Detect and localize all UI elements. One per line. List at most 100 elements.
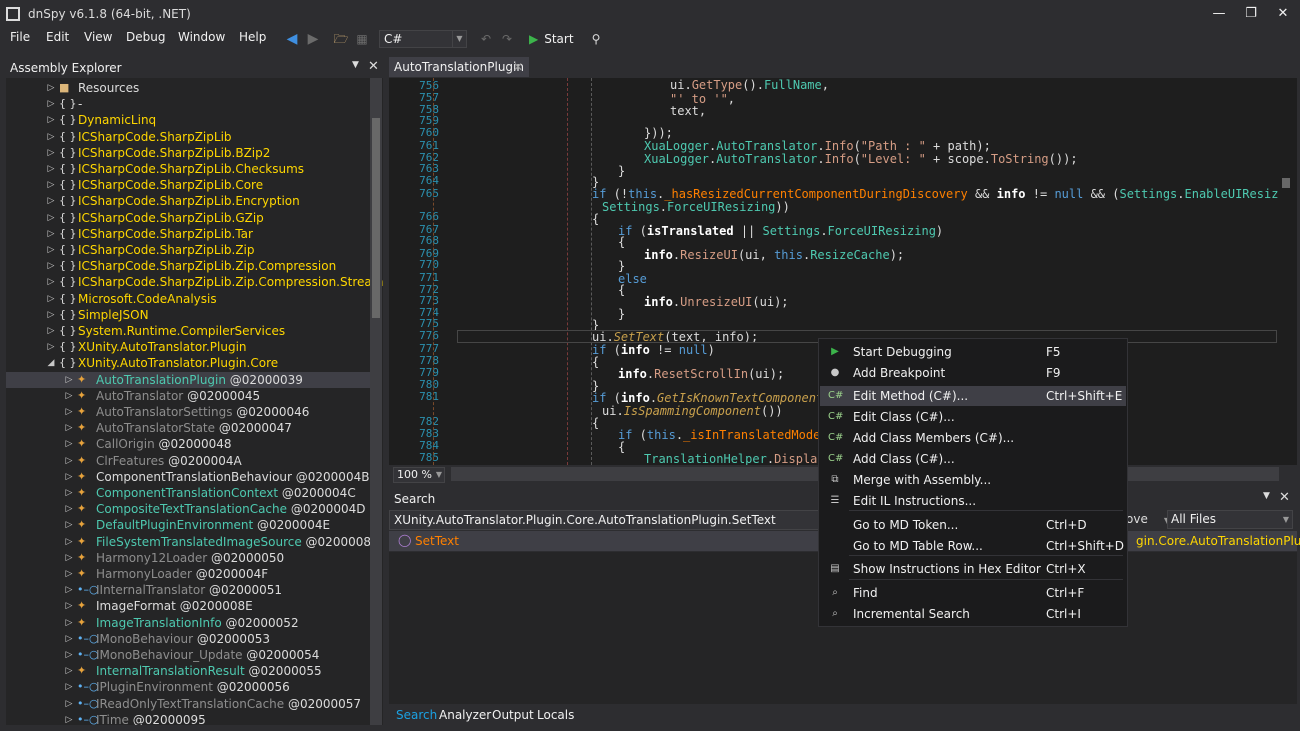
- expand-toggle-icon[interactable]: ▷: [64, 550, 74, 566]
- menu-item[interactable]: ⧉ Merge with Assembly...: [820, 470, 1126, 490]
- expand-toggle-icon[interactable]: ▷: [64, 501, 74, 517]
- tree-item[interactable]: ▷ ✦ AutoTranslationPlugin @02000039: [6, 371, 371, 388]
- expand-toggle-icon[interactable]: ▷: [46, 161, 56, 177]
- expand-toggle-icon[interactable]: ◢: [46, 355, 56, 371]
- tree-item[interactable]: ▷ •–○ IMonoBehaviour @02000053: [6, 631, 371, 647]
- menu-file[interactable]: File: [10, 30, 30, 44]
- expand-toggle-icon[interactable]: ▷: [46, 226, 56, 242]
- expand-toggle-icon[interactable]: ▷: [64, 631, 74, 647]
- redo-icon[interactable]: ↷: [498, 31, 516, 47]
- expand-toggle-icon[interactable]: ▷: [64, 534, 74, 550]
- tree-item[interactable]: ▷ ✦ CallOrigin @02000048: [6, 436, 371, 452]
- tree-item[interactable]: ▷{ } -: [6, 96, 371, 112]
- tree-item[interactable]: ▷ •–○ ITime @02000095: [6, 712, 371, 725]
- tree-item[interactable]: ▷ ✦ InternalTranslationResult @02000055: [6, 663, 371, 679]
- tab-output[interactable]: Output: [492, 708, 534, 722]
- tree-item[interactable]: ▷{ } ICSharpCode.SharpZipLib.Zip: [6, 242, 371, 258]
- undo-icon[interactable]: ↶: [477, 31, 495, 47]
- expand-toggle-icon[interactable]: ▷: [64, 615, 74, 631]
- close-icon[interactable]: ✕: [368, 59, 379, 74]
- expand-toggle-icon[interactable]: ▷: [64, 404, 74, 420]
- tree-item[interactable]: ▷ ✦ ImageTranslationInfo @02000052: [6, 615, 371, 631]
- minimize-button[interactable]: —: [1208, 4, 1230, 24]
- menu-item[interactable]: ⌕ Find Ctrl+F: [820, 583, 1126, 603]
- expand-toggle-icon[interactable]: ▷: [64, 566, 74, 582]
- expand-toggle-icon[interactable]: ▷: [46, 210, 56, 226]
- expand-toggle-icon[interactable]: ▷: [46, 274, 56, 290]
- menu-window[interactable]: Window: [178, 30, 225, 44]
- expand-toggle-icon[interactable]: ▷: [46, 323, 56, 339]
- chevron-down-icon[interactable]: ▼: [352, 60, 359, 70]
- expand-toggle-icon[interactable]: ▷: [46, 339, 56, 355]
- expand-toggle-icon[interactable]: ▷: [64, 647, 74, 663]
- tree-item[interactable]: ▷ ✦ DefaultPluginEnvironment @0200004E: [6, 517, 371, 533]
- tree-item[interactable]: ▷ ✦ HarmonyLoader @0200004F: [6, 566, 371, 582]
- file-filter-select[interactable]: All Files ▼: [1167, 510, 1293, 529]
- tree-item[interactable]: ▷{ } SimpleJSON: [6, 307, 371, 323]
- expand-toggle-icon[interactable]: ▷: [46, 291, 56, 307]
- assembly-explorer-tree[interactable]: ▷ ■ Resources ▷{ } - ▷{ } DynamicLinq ▷{ } ICSha…: [6, 78, 383, 725]
- chevron-down-icon[interactable]: ▼: [1263, 491, 1270, 501]
- tree-item[interactable]: ▷{ } ICSharpCode.SharpZipLib.GZip: [6, 210, 371, 226]
- expand-toggle-icon[interactable]: ▷: [46, 80, 56, 96]
- explorer-scroll-thumb[interactable]: [372, 118, 380, 318]
- tree-item[interactable]: ▷{ } ICSharpCode.SharpZipLib.Encryption: [6, 193, 371, 209]
- tree-item[interactable]: ▷{ } System.Runtime.CompilerServices: [6, 323, 371, 339]
- expand-toggle-icon[interactable]: ▷: [46, 307, 56, 323]
- menu-help[interactable]: Help: [239, 30, 266, 44]
- tree-item[interactable]: ▷{ } ICSharpCode.SharpZipLib.Core: [6, 177, 371, 193]
- menu-item[interactable]: C# Edit Class (C#)...: [820, 407, 1126, 427]
- expand-toggle-icon[interactable]: ▷: [46, 129, 56, 145]
- expand-toggle-icon[interactable]: ▷: [46, 177, 56, 193]
- close-icon[interactable]: ✕: [513, 57, 523, 77]
- editor-vertical-scrollbar[interactable]: [1279, 78, 1297, 465]
- tree-item[interactable]: ▷ •–○ IReadOnlyTextTranslationCache @02000…: [6, 696, 371, 712]
- tree-item[interactable]: ▷ •–○ IMonoBehaviour_Update @02000054: [6, 647, 371, 663]
- expand-toggle-icon[interactable]: ▷: [64, 420, 74, 436]
- tree-item[interactable]: ▷ ✦ AutoTranslatorState @02000047: [6, 420, 371, 436]
- menu-item[interactable]: C# Add Class (C#)...: [820, 449, 1126, 469]
- menu-item[interactable]: Go to MD Token... Ctrl+D: [820, 515, 1126, 535]
- expand-toggle-icon[interactable]: ▷: [64, 436, 74, 452]
- tree-item[interactable]: ▷{ } ICSharpCode.SharpZipLib.Tar: [6, 226, 371, 242]
- tree-item[interactable]: ▷ ✦ Harmony12Loader @02000050: [6, 550, 371, 566]
- expand-toggle-icon[interactable]: ▷: [64, 372, 74, 388]
- expand-toggle-icon[interactable]: ▷: [64, 485, 74, 501]
- tree-item[interactable]: ▷{ } ICSharpCode.SharpZipLib.BZip2: [6, 145, 371, 161]
- tree-item[interactable]: ▷{ } XUnity.AutoTranslator.Plugin: [6, 339, 371, 355]
- menu-item[interactable]: ⌕ Incremental Search Ctrl+I: [820, 604, 1126, 624]
- menu-item[interactable]: C# Add Class Members (C#)...: [820, 428, 1126, 448]
- tree-item[interactable]: ▷ ✦ ComponentTranslationBehaviour @0200004…: [6, 469, 371, 485]
- tree-item[interactable]: ▷ ✦ CompositeTextTranslationCache @0200004…: [6, 501, 371, 517]
- expand-toggle-icon[interactable]: ▷: [64, 582, 74, 598]
- expand-toggle-icon[interactable]: ▷: [64, 679, 74, 695]
- zoom-select[interactable]: 100 % ▼: [393, 467, 445, 483]
- menu-item[interactable]: ▤ Show Instructions in Hex Editor Ctrl+X: [820, 559, 1126, 579]
- menu-item[interactable]: Go to MD Table Row... Ctrl+Shift+D: [820, 536, 1126, 556]
- menu-item[interactable]: ▶ Start Debugging F5: [820, 342, 1126, 362]
- close-icon[interactable]: ✕: [1279, 490, 1290, 505]
- search-icon[interactable]: ⚲: [587, 31, 605, 47]
- tree-item[interactable]: ▷ ✦ ComponentTranslationContext @0200004C: [6, 485, 371, 501]
- menu-view[interactable]: View: [84, 30, 112, 44]
- tree-item[interactable]: ▷ •–○ IPluginEnvironment @02000056: [6, 679, 371, 695]
- tab-analyzer[interactable]: Analyzer: [439, 708, 491, 722]
- tree-item[interactable]: ▷ ■ Resources: [6, 80, 371, 96]
- save-all-icon[interactable]: ▦: [353, 31, 371, 47]
- start-button[interactable]: ▶ Start: [529, 30, 574, 48]
- search-input[interactable]: XUnity.AutoTranslator.Plugin.Core.AutoTr…: [389, 510, 819, 530]
- tree-item[interactable]: ▷{ } ICSharpCode.SharpZipLib: [6, 129, 371, 145]
- tab-autotranslationplugin[interactable]: AutoTranslationPlugin ✕: [389, 57, 529, 77]
- close-button[interactable]: ✕: [1272, 4, 1294, 24]
- search-scope-select[interactable]: ove▼: [1126, 512, 1170, 526]
- expand-toggle-icon[interactable]: ▷: [64, 388, 74, 404]
- expand-toggle-icon[interactable]: ▷: [64, 598, 74, 614]
- tree-item[interactable]: ▷{ } ICSharpCode.SharpZipLib.Checksums: [6, 161, 371, 177]
- tree-item[interactable]: ▷ ✦ FileSystemTranslatedImageSource @02000…: [6, 534, 381, 550]
- menu-item[interactable]: C# Edit Method (C#)... Ctrl+Shift+E: [820, 386, 1126, 406]
- tab-search[interactable]: Search: [396, 708, 437, 722]
- tree-item[interactable]: ▷ •–○ IInternalTranslator @02000051: [6, 582, 371, 598]
- expand-toggle-icon[interactable]: ▷: [46, 112, 56, 128]
- tree-item[interactable]: ▷{ } ICSharpCode.SharpZipLib.Zip.Compress…: [6, 258, 371, 274]
- menu-debug[interactable]: Debug: [126, 30, 165, 44]
